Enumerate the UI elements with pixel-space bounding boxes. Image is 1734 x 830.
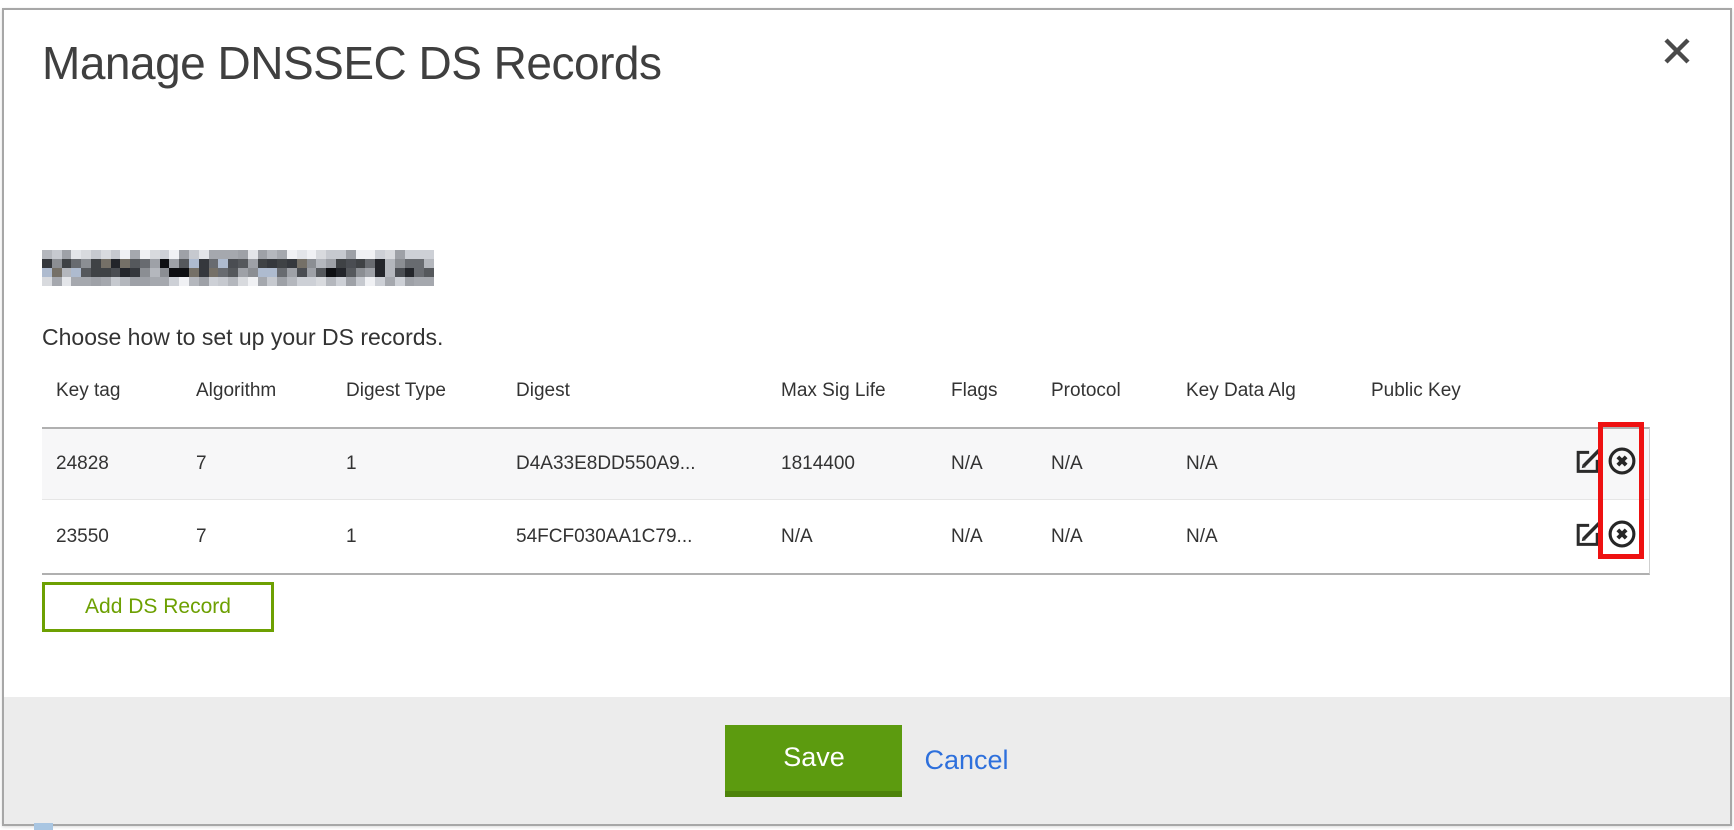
cell-digest: D4A33E8DD550A9... [516, 453, 781, 475]
dialog-title: Manage DNSSEC DS Records [42, 36, 661, 90]
cell-digest-type: 1 [346, 526, 516, 548]
edit-icon [1573, 446, 1603, 482]
header-digest: Digest [516, 380, 781, 402]
cell-digest: 54FCF030AA1C79... [516, 526, 781, 548]
save-button[interactable]: Save [725, 725, 902, 797]
dialog-footer: Save Cancel [4, 697, 1730, 824]
add-ds-record-button[interactable]: Add DS Record [42, 582, 274, 632]
cell-protocol: N/A [1051, 453, 1186, 475]
cell-algorithm: 7 [196, 526, 346, 548]
edit-icon [1573, 519, 1603, 555]
cell-key-tag: 23550 [56, 526, 196, 548]
header-key-tag: Key tag [56, 380, 196, 402]
table-header-row: Key tag Algorithm Digest Type Digest Max… [42, 380, 1650, 427]
header-protocol: Protocol [1051, 380, 1186, 402]
header-algorithm: Algorithm [196, 380, 346, 402]
redacted-domain [42, 250, 434, 286]
header-key-data-alg: Key Data Alg [1186, 380, 1371, 402]
ds-records-table: Key tag Algorithm Digest Type Digest Max… [42, 380, 1650, 575]
delete-record-button[interactable] [1607, 522, 1637, 552]
header-public-key: Public Key [1371, 380, 1572, 402]
setup-instruction: Choose how to set up your DS records. [42, 324, 443, 351]
header-digest-type: Digest Type [346, 380, 516, 402]
close-button[interactable] [1654, 30, 1700, 76]
cell-key-tag: 24828 [56, 453, 196, 475]
manage-dnssec-dialog: Manage DNSSEC DS Records Choose how to s… [2, 8, 1732, 826]
cell-flags: N/A [951, 526, 1051, 548]
cell-flags: N/A [951, 453, 1051, 475]
delete-icon [1607, 446, 1637, 482]
table-row: 24828 7 1 D4A33E8DD550A9... 1814400 N/A … [42, 429, 1649, 499]
header-max-sig-life: Max Sig Life [781, 380, 951, 402]
close-icon [1662, 36, 1692, 71]
header-flags: Flags [951, 380, 1051, 402]
cell-protocol: N/A [1051, 526, 1186, 548]
cell-algorithm: 7 [196, 453, 346, 475]
cell-max-sig-life: 1814400 [781, 453, 951, 475]
table-body: 24828 7 1 D4A33E8DD550A9... 1814400 N/A … [42, 427, 1650, 575]
delete-icon [1607, 519, 1637, 555]
background-page-fragment [34, 823, 53, 830]
edit-record-button[interactable] [1573, 522, 1603, 552]
cell-key-data-alg: N/A [1186, 526, 1371, 548]
delete-record-button[interactable] [1607, 449, 1637, 479]
cell-key-data-alg: N/A [1186, 453, 1371, 475]
edit-record-button[interactable] [1573, 449, 1603, 479]
cell-digest-type: 1 [346, 453, 516, 475]
cell-max-sig-life: N/A [781, 526, 951, 548]
cancel-link[interactable]: Cancel [924, 745, 1008, 776]
table-row: 23550 7 1 54FCF030AA1C79... N/A N/A N/A … [42, 499, 1649, 573]
